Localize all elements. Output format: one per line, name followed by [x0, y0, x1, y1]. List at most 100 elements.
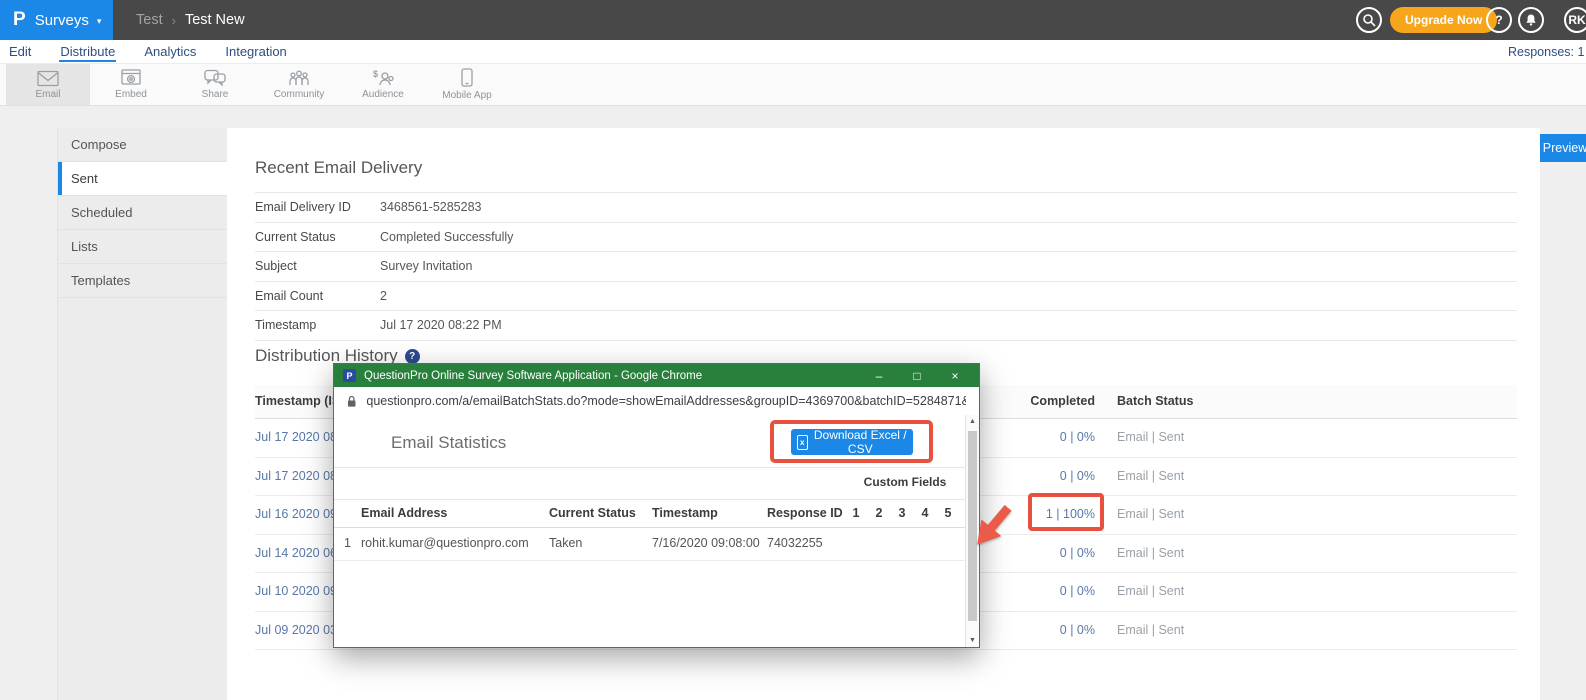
scroll-down-icon[interactable]: ▼ [966, 637, 979, 644]
embed-icon [121, 69, 141, 87]
sidebar-item-compose[interactable]: Compose [58, 128, 227, 162]
detail-row: Timestamp Jul 17 2020 08:22 PM [255, 311, 1517, 341]
detail-value: Survey Invitation [380, 259, 472, 273]
column-header-custom-5: 5 [940, 500, 956, 527]
distribute-toolbar: Email Embed Share Community $ [0, 64, 1586, 106]
email-statistics-window: P QuestionPro Online Survey Software App… [333, 363, 980, 648]
address-bar[interactable]: questionpro.com/a/emailBatchStats.do?mod… [334, 387, 979, 416]
detail-row: Current Status Completed Successfully [255, 223, 1517, 253]
toolbar-item-label: Share [202, 89, 229, 100]
sidebar-item-templates[interactable]: Templates [58, 264, 227, 298]
audience-icon: $ [372, 69, 394, 87]
tab-analytics[interactable]: Analytics [143, 42, 197, 62]
toolbar-item-email[interactable]: Email [6, 64, 90, 105]
detail-label: Subject [255, 259, 380, 273]
breadcrumb-parent[interactable]: Test [136, 12, 163, 28]
avatar[interactable]: RK [1564, 7, 1586, 33]
download-label: Download Excel / CSV [814, 428, 907, 456]
top-header: P Surveys ▾ Test › Test New Upgrade Now … [0, 0, 1586, 40]
column-header-custom-1: 1 [848, 500, 864, 527]
batch-status-value: Email | Sent [1117, 419, 1184, 457]
search-button[interactable] [1356, 7, 1382, 33]
detail-label: Email Delivery ID [255, 200, 380, 214]
stats-table-header: Email Address Current Status Timestamp R… [334, 500, 965, 528]
batch-status-value: Email | Sent [1117, 496, 1184, 534]
minimize-button[interactable]: – [864, 369, 894, 383]
email-statistics-title: Email Statistics [391, 433, 506, 453]
notifications-button[interactable] [1518, 7, 1544, 33]
question-mark-icon: ? [1495, 13, 1502, 27]
lock-icon [347, 395, 356, 408]
sidebar-item-lists[interactable]: Lists [58, 230, 227, 264]
window-content: Email Statistics x Download Excel / CSV … [334, 415, 979, 647]
sidebar-item-scheduled[interactable]: Scheduled [58, 196, 227, 230]
svg-text:$: $ [373, 69, 378, 79]
column-header-response-id: Response ID [767, 500, 843, 527]
recent-delivery-title: Recent Email Delivery [255, 158, 422, 178]
surveys-menu[interactable]: P Surveys ▾ [0, 0, 113, 40]
toolbar-item-audience[interactable]: $ Audience [341, 64, 425, 105]
column-header-custom-2: 2 [871, 500, 887, 527]
chevron-down-icon: ▾ [97, 16, 102, 27]
window-title: QuestionPro Online Survey Software Appli… [364, 370, 856, 382]
batch-status-value: Email | Sent [1117, 535, 1184, 573]
toolbar-item-label: Audience [362, 89, 404, 100]
nav-tabs: Edit Distribute Analytics Integration [8, 40, 288, 64]
survey-nav: Edit Distribute Analytics Integration Re… [0, 40, 1586, 64]
batch-status-value: Email | Sent [1117, 612, 1184, 650]
scroll-up-icon[interactable]: ▲ [966, 418, 979, 425]
download-excel-csv-button[interactable]: x Download Excel / CSV [791, 429, 913, 455]
batch-status-value: Email | Sent [1117, 458, 1184, 496]
detail-row: Email Delivery ID 3468561-5285283 [255, 193, 1517, 223]
detail-value: Jul 17 2020 08:22 PM [380, 318, 502, 332]
toolbar-item-share[interactable]: Share [173, 64, 257, 105]
upgrade-now-button[interactable]: Upgrade Now [1390, 7, 1497, 33]
row-number: 1 [344, 527, 351, 560]
excel-file-icon: x [797, 435, 808, 450]
bell-icon [1524, 13, 1538, 27]
sidebar-item-label: Compose [71, 137, 127, 152]
preview-label: Preview [1543, 141, 1586, 155]
batch-status-value: Email | Sent [1117, 573, 1184, 611]
distribution-history-help-icon[interactable]: ? [405, 349, 420, 364]
detail-value: 3468561-5285283 [380, 200, 482, 214]
detail-row: Subject Survey Invitation [255, 252, 1517, 282]
search-icon [1362, 13, 1376, 27]
toolbar-item-label: Community [274, 89, 325, 100]
responses-count[interactable]: Responses: 1 [1508, 45, 1584, 59]
annotation-box-completed-cell [1028, 493, 1104, 531]
tab-distribute[interactable]: Distribute [59, 42, 116, 62]
email-sidebar: Compose Sent Scheduled Lists Templates [57, 128, 227, 700]
tab-edit[interactable]: Edit [8, 42, 32, 62]
custom-fields-label: Custom Fields [839, 475, 971, 489]
help-button[interactable]: ? [1486, 7, 1512, 33]
toolbar-item-community[interactable]: Community [257, 64, 341, 105]
toolbar-item-embed[interactable]: Embed [89, 64, 173, 105]
divider [334, 467, 965, 468]
sidebar-item-label: Scheduled [71, 205, 132, 220]
window-titlebar[interactable]: P QuestionPro Online Survey Software App… [334, 364, 979, 387]
avatar-initials: RK [1568, 13, 1585, 27]
toolbar-item-label: Mobile App [442, 90, 491, 101]
breadcrumb: Test › Test New [136, 0, 245, 40]
sidebar-item-label: Sent [71, 171, 98, 186]
stats-table-row: 1 rohit.kumar@questionpro.com Taken 7/16… [334, 527, 965, 561]
close-button[interactable]: × [940, 369, 970, 383]
sidebar-item-sent[interactable]: Sent [58, 162, 227, 196]
detail-label: Email Count [255, 289, 380, 303]
breadcrumb-current: Test New [185, 12, 245, 28]
column-header-email: Email Address [361, 500, 447, 527]
column-header-status: Current Status [549, 500, 636, 527]
email-address-value: rohit.kumar@questionpro.com [361, 527, 529, 560]
column-header-custom-4: 4 [917, 500, 933, 527]
response-id-value: 74032255 [767, 527, 823, 560]
detail-value: 2 [380, 289, 387, 303]
maximize-button[interactable]: □ [902, 369, 932, 383]
detail-label: Current Status [255, 230, 380, 244]
tab-integration[interactable]: Integration [224, 42, 287, 62]
toolbar-item-mobile-app[interactable]: Mobile App [425, 64, 509, 105]
sidebar-item-label: Lists [71, 239, 98, 254]
share-icon [204, 69, 226, 87]
questionpro-favicon: P [343, 369, 356, 382]
breadcrumb-separator-icon: › [172, 13, 176, 28]
